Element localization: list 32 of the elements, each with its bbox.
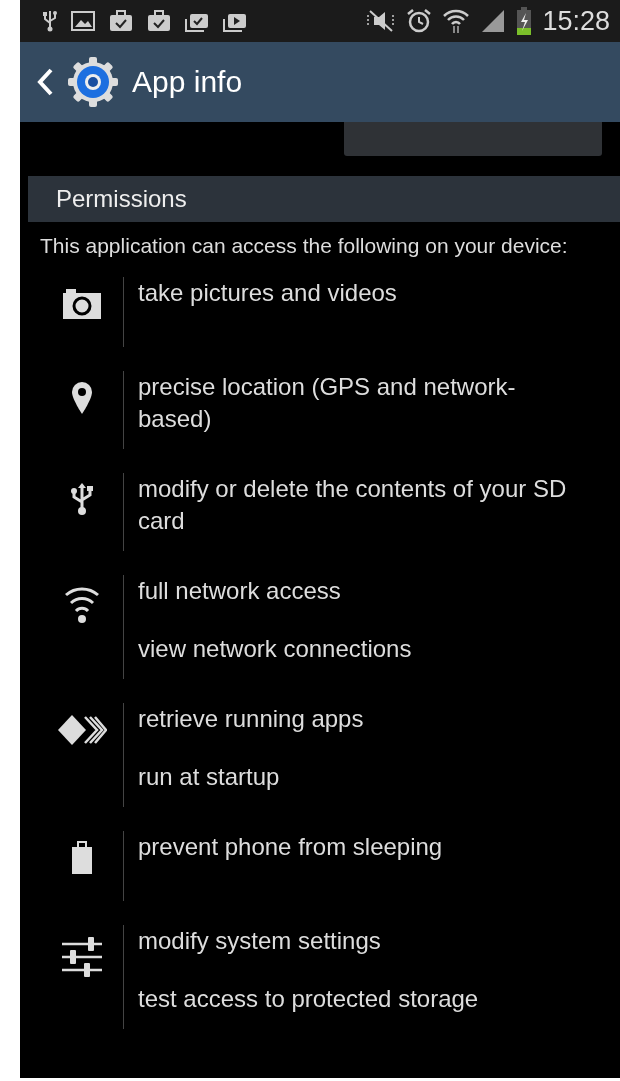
usb-icon xyxy=(42,9,58,33)
bag-check-icon xyxy=(108,9,134,33)
camera-icon xyxy=(61,287,102,319)
permission-text: view network connections xyxy=(138,634,413,664)
screen-title: App info xyxy=(132,65,243,99)
permission-text: take pictures and videos xyxy=(138,278,398,308)
sliders-icon xyxy=(59,935,104,979)
section-title: Permissions xyxy=(56,185,187,213)
gear-icon xyxy=(66,55,120,109)
location-pin-icon xyxy=(70,381,93,415)
permission-text: test access to protected storage xyxy=(138,984,480,1014)
mute-icon xyxy=(366,9,397,33)
permission-text: prevent phone from sleeping xyxy=(138,832,444,862)
permission-text: precise location (GPS and network-based) xyxy=(138,372,517,434)
clock-time: 15:28 xyxy=(542,5,610,37)
permission-text: modify or delete the contents of your SD card xyxy=(138,474,568,536)
permission-text: run at startup xyxy=(138,762,281,792)
permission-text: full network access xyxy=(138,576,342,606)
usb-icon xyxy=(68,483,95,517)
permission-text: retrieve running apps xyxy=(138,704,365,734)
battery-charging-icon xyxy=(516,7,533,35)
image-icon xyxy=(70,9,96,33)
wifi-icon xyxy=(442,8,471,34)
diamond-chevrons-icon xyxy=(56,713,107,747)
intro-text: This application can access the following on your device: xyxy=(40,233,569,259)
alarm-icon xyxy=(406,8,433,34)
wifi-icon xyxy=(63,585,100,625)
battery-icon xyxy=(70,841,93,875)
signal-icon xyxy=(480,8,507,34)
bag-check-icon xyxy=(146,9,172,33)
back-icon[interactable] xyxy=(36,67,54,97)
permission-text: modify system settings xyxy=(138,926,382,956)
